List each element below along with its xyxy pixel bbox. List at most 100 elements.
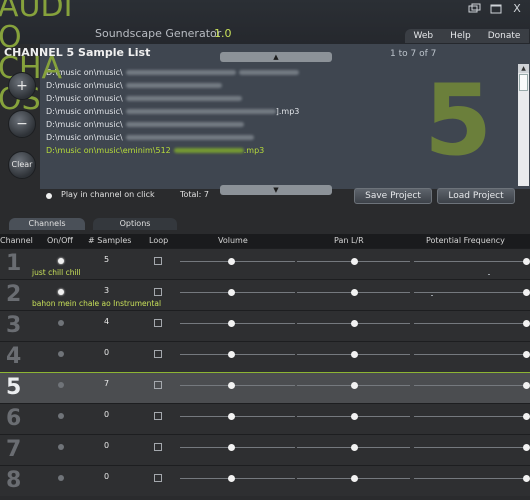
play-in-channel-radio[interactable] [46,193,52,199]
slider-knob[interactable] [351,289,358,296]
slider-knob[interactable] [523,258,530,265]
load-project-button[interactable]: Load Project [437,188,515,204]
slider-knob[interactable] [228,258,235,265]
frequency-slider[interactable] [414,258,530,265]
slider-knob[interactable] [351,413,358,420]
channel-row[interactable]: 34 [0,310,530,341]
tab-options[interactable]: Options [93,218,177,230]
loop-checkbox[interactable] [154,319,162,327]
play-in-channel-label: Play in channel on click [61,190,155,199]
menu-help[interactable]: Help [450,29,471,43]
channel-row[interactable]: 40 [0,341,530,372]
slider-knob[interactable] [523,289,530,296]
slider-knob[interactable] [351,351,358,358]
channel-row[interactable]: 2 bahon mein chale ao Instrumental 3 [0,279,530,310]
slider-knob[interactable] [523,444,530,451]
frequency-slider[interactable] [414,475,530,482]
loop-checkbox[interactable] [154,412,162,420]
frequency-slider[interactable] [414,413,530,420]
frequency-slider[interactable] [414,320,530,327]
volume-slider[interactable] [180,413,295,420]
onoff-toggle[interactable] [58,413,64,419]
slider-knob[interactable] [351,258,358,265]
onoff-toggle[interactable] [58,289,64,295]
sample-list-scrollbar[interactable]: ▲ [518,64,529,186]
pan-slider[interactable] [297,413,410,420]
menu-donate[interactable]: Donate [488,29,521,43]
sample-list-item[interactable]: D:\music on\music\ [46,131,516,144]
pan-slider[interactable] [297,444,410,451]
sample-list-item[interactable]: D:\music on\music\].mp3 [46,105,516,118]
loop-checkbox[interactable] [154,257,162,265]
onoff-toggle[interactable] [58,258,64,264]
scroll-up-tab[interactable]: ▲ [220,52,332,62]
slider-knob[interactable] [228,444,235,451]
volume-slider[interactable] [180,475,295,482]
frequency-slider[interactable] [414,382,530,389]
channel-row[interactable]: 1 just chill chill 5 [0,248,530,279]
loop-checkbox[interactable] [154,288,162,296]
frequency-slider[interactable] [414,444,530,451]
frequency-slider[interactable] [414,351,530,358]
slider-knob[interactable] [228,320,235,327]
pan-slider[interactable] [297,351,410,358]
slider-knob[interactable] [228,351,235,358]
slider-knob[interactable] [228,382,235,389]
loop-checkbox[interactable] [154,474,162,482]
slider-knob[interactable] [523,382,530,389]
slider-knob[interactable] [351,444,358,451]
sample-count: 0 [104,441,110,450]
channel-row[interactable]: 60 [0,403,530,434]
volume-slider[interactable] [180,320,295,327]
pan-slider[interactable] [297,382,410,389]
volume-slider[interactable] [180,444,295,451]
scrollbar-thumb[interactable] [519,74,528,91]
sample-list-item[interactable]: D:\music on\music\ [46,79,516,92]
channel-row[interactable]: 70 [0,434,530,465]
slider-knob[interactable] [351,382,358,389]
pan-slider[interactable] [297,320,410,327]
maximize-icon[interactable] [489,3,503,15]
frequency-slider[interactable] [414,289,530,296]
slider-knob[interactable] [228,475,235,482]
channel-row[interactable]: 57 [0,372,530,403]
onoff-toggle[interactable] [58,475,64,481]
sample-list-item[interactable]: D:\music on\music\ [46,118,516,131]
loop-checkbox[interactable] [154,381,162,389]
close-icon[interactable]: X [510,3,524,15]
sample-list-item[interactable]: D:\music on\music\eminim\512 .mp3 [46,144,516,157]
onoff-toggle[interactable] [58,351,64,357]
pan-slider[interactable] [297,475,410,482]
onoff-toggle[interactable] [58,320,64,326]
slider-knob[interactable] [351,475,358,482]
slider-knob[interactable] [523,413,530,420]
sample-list-item[interactable]: D:\music on\music\ [46,92,516,105]
slider-knob[interactable] [351,320,358,327]
slider-knob[interactable] [523,475,530,482]
volume-slider[interactable] [180,289,295,296]
onoff-toggle[interactable] [58,444,64,450]
scroll-down-tab[interactable]: ▼ [220,185,332,195]
tab-channels[interactable]: Channels [9,218,85,230]
scroll-up-icon[interactable]: ▲ [518,64,529,73]
loop-checkbox[interactable] [154,443,162,451]
pan-slider[interactable] [297,258,410,265]
onoff-toggle[interactable] [58,382,64,388]
volume-slider[interactable] [180,382,295,389]
loop-checkbox[interactable] [154,350,162,358]
menu-web[interactable]: Web [414,29,434,43]
remove-sample-button[interactable]: − [8,110,36,138]
slider-knob[interactable] [228,289,235,296]
slider-knob[interactable] [523,320,530,327]
sample-list-item[interactable]: D:\music on\music\ [46,66,516,79]
add-sample-button[interactable]: + [8,72,36,100]
pan-slider[interactable] [297,289,410,296]
save-project-button[interactable]: Save Project [354,188,432,204]
slider-knob[interactable] [228,413,235,420]
volume-slider[interactable] [180,258,295,265]
volume-slider[interactable] [180,351,295,358]
clear-button[interactable]: Clear [8,151,36,179]
channel-row[interactable]: 80 [0,465,530,496]
restore-icon[interactable] [468,3,482,15]
slider-knob[interactable] [523,351,530,358]
